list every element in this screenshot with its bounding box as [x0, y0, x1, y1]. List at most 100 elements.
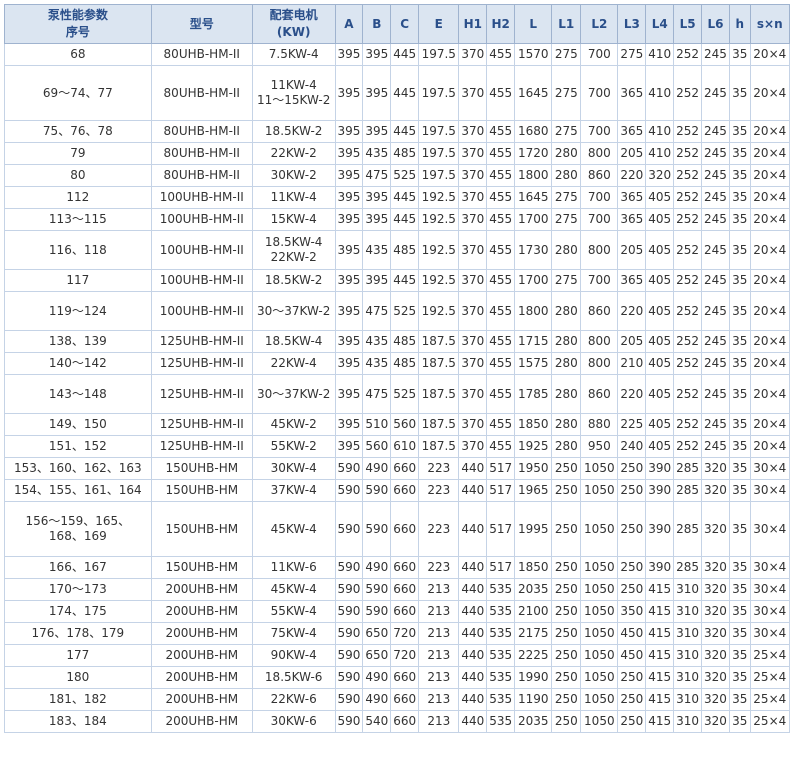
table-cell: 250 — [617, 501, 647, 557]
table-cell: 650 — [362, 622, 392, 645]
table-cell: 187.5 — [418, 330, 460, 353]
table-row: 166、167 150UHB-HM 11KW-6 590 490 660 223 440 517… — [4, 556, 791, 579]
table-cell: 200UHB-HM — [150, 622, 253, 645]
table-cell: 1950 — [514, 457, 553, 480]
table-cell: 610 — [390, 435, 420, 458]
table-cell: 1050 — [580, 688, 619, 711]
table-cell: 395 — [362, 208, 392, 231]
table-cell: 415 — [645, 710, 675, 733]
table-cell: 125UHB-HM-II — [150, 330, 253, 353]
table-cell: 590 — [334, 622, 364, 645]
table-cell: 1190 — [514, 688, 553, 711]
table-cell: 252 — [673, 291, 703, 331]
table-cell: 250 — [617, 556, 647, 579]
table-cell: 35 — [728, 330, 751, 353]
table-cell: 720 — [390, 644, 420, 667]
table-cell: 1050 — [580, 457, 619, 480]
table-row: 151、152 125UHB-HM-II 55KW-2 395 560 610 187.5 3… — [4, 435, 791, 458]
table-cell: 395 — [334, 142, 364, 165]
table-cell: 245 — [701, 164, 730, 187]
table-cell: 370 — [458, 142, 488, 165]
table-cell: 280 — [551, 330, 582, 353]
table-cell: 535 — [486, 622, 516, 645]
table-cell: 390 — [645, 501, 675, 557]
table-cell: 250 — [551, 688, 582, 711]
header-cell: 配套电机 (KW) — [251, 4, 336, 44]
table-cell: 660 — [390, 578, 420, 601]
table-cell: 20×4 — [749, 164, 791, 187]
table-cell: 660 — [390, 688, 420, 711]
table-cell: 18.5KW-4 — [251, 330, 336, 353]
table-cell: 250 — [551, 578, 582, 601]
table-cell: 252 — [673, 435, 703, 458]
table-cell: 440 — [458, 556, 488, 579]
table-cell: 250 — [551, 710, 582, 733]
table-cell: 192.5 — [418, 186, 460, 209]
table-cell: 150UHB-HM — [150, 556, 253, 579]
table-cell: 590 — [334, 556, 364, 579]
table-row: 113～115 100UHB-HM-II 15KW-4 395 395 445 192.5 3… — [4, 208, 791, 231]
table-cell: 250 — [617, 710, 647, 733]
table-cell: 395 — [334, 120, 364, 143]
table-cell: 149、150 — [4, 413, 152, 436]
table-cell: 35 — [728, 435, 751, 458]
table-cell: 143～148 — [4, 374, 152, 414]
table-cell: 455 — [486, 142, 516, 165]
table-cell: 285 — [673, 501, 703, 557]
table-cell: 156～159、165、 168、169 — [4, 501, 152, 557]
table-cell: 720 — [390, 622, 420, 645]
table-cell: 20×4 — [749, 120, 791, 143]
table-cell: 20×4 — [749, 352, 791, 375]
table-cell: 252 — [673, 352, 703, 375]
table-cell: 200UHB-HM — [150, 666, 253, 689]
table-cell: 280 — [551, 413, 582, 436]
header-cell: E — [418, 4, 460, 44]
table-cell: 192.5 — [418, 269, 460, 292]
table-cell: 35 — [728, 43, 751, 66]
table-cell: 117 — [4, 269, 152, 292]
table-cell: 22KW-6 — [251, 688, 336, 711]
table-cell: 445 — [390, 65, 420, 121]
table-cell: 181、182 — [4, 688, 152, 711]
table-cell: 125UHB-HM-II — [150, 374, 253, 414]
table-cell: 11KW-4 — [251, 186, 336, 209]
table-cell: 455 — [486, 352, 516, 375]
table-cell: 370 — [458, 374, 488, 414]
table-cell: 125UHB-HM-II — [150, 413, 253, 436]
table-cell: 445 — [390, 208, 420, 231]
table-cell: 205 — [617, 142, 647, 165]
table-cell: 1700 — [514, 269, 553, 292]
table-cell: 517 — [486, 457, 516, 480]
table-row: 68 80UHB-HM-II 7.5KW-4 395 395 445 197.5 370 455… — [4, 43, 791, 66]
table-cell: 455 — [486, 164, 516, 187]
table-cell: 20×4 — [749, 208, 791, 231]
table-cell: 252 — [673, 43, 703, 66]
table-cell: 35 — [728, 142, 751, 165]
table-cell: 213 — [418, 600, 460, 623]
table-cell: 660 — [390, 710, 420, 733]
table-cell: 35 — [728, 230, 751, 270]
table-cell: 200UHB-HM — [150, 644, 253, 667]
table-cell: 223 — [418, 501, 460, 557]
table-cell: 45KW-4 — [251, 578, 336, 601]
table-cell: 1050 — [580, 666, 619, 689]
table-cell: 700 — [580, 208, 619, 231]
table-cell: 197.5 — [418, 43, 460, 66]
table-cell: 455 — [486, 413, 516, 436]
table-cell: 395 — [362, 43, 392, 66]
table-cell: 560 — [362, 435, 392, 458]
table-cell: 30×4 — [749, 479, 791, 502]
table-cell: 370 — [458, 120, 488, 143]
table-cell: 252 — [673, 120, 703, 143]
table-cell: 455 — [486, 230, 516, 270]
table-cell: 370 — [458, 43, 488, 66]
table-cell: 1925 — [514, 435, 553, 458]
table-cell: 445 — [390, 43, 420, 66]
table-row: 180 200UHB-HM 18.5KW-6 590 490 660 213 440 535 19… — [4, 666, 791, 689]
table-cell: 445 — [390, 120, 420, 143]
table-cell: 280 — [551, 352, 582, 375]
table-cell: 390 — [645, 556, 675, 579]
table-cell: 395 — [334, 330, 364, 353]
table-cell: 11KW-6 — [251, 556, 336, 579]
table-cell: 435 — [362, 142, 392, 165]
